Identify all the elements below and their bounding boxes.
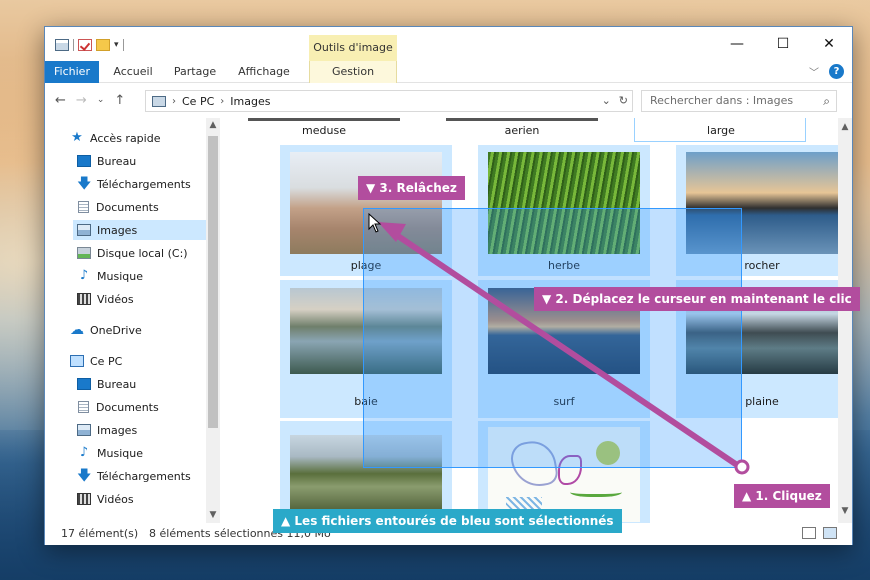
step1-callout: ▲ 1. Cliquez	[734, 484, 830, 508]
step1-text: 1. Cliquez	[755, 489, 822, 503]
triangle-down-icon: ▼	[542, 292, 556, 306]
triangle-up-icon: ▲	[742, 489, 756, 503]
click-origin-marker	[734, 459, 750, 475]
drag-path	[389, 229, 743, 470]
triangle-up-icon: ▲	[281, 514, 295, 528]
step3-callout: ▼ 3. Relâchez	[358, 176, 465, 200]
mouse-cursor-icon	[368, 213, 382, 233]
step2-callout: ▼ 2. Déplacez le curseur en maintenant l…	[534, 287, 860, 311]
step3-text: 3. Relâchez	[379, 181, 457, 195]
step2-text: 2. Déplacez le curseur en maintenant le …	[555, 292, 852, 306]
selection-note-callout: ▲ Les fichiers entourés de bleu sont sél…	[273, 509, 622, 533]
selection-note-text: Les fichiers entourés de bleu sont sélec…	[294, 514, 614, 528]
triangle-down-icon: ▼	[366, 181, 380, 195]
